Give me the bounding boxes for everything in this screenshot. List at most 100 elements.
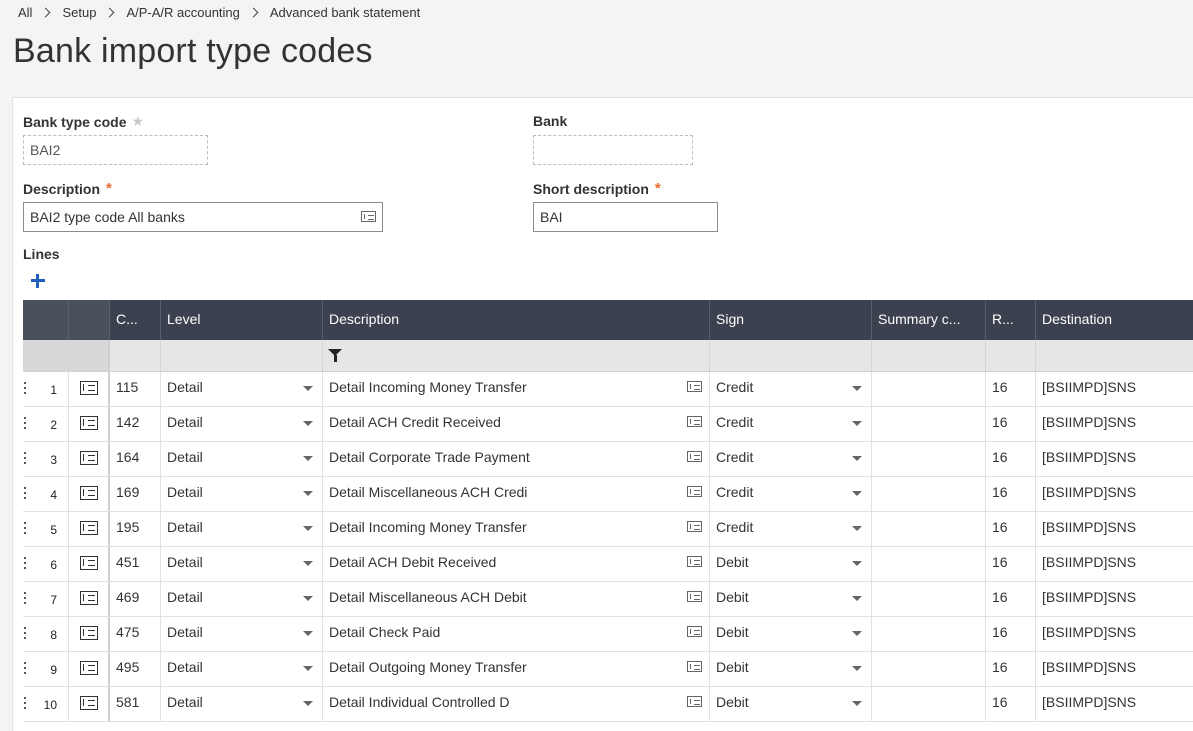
cell-destination[interactable]: [BSIIMPD]SNS xyxy=(1036,547,1193,581)
drag-handle-icon[interactable] xyxy=(24,592,26,606)
table-row[interactable]: 8 475 Detail Detail Check Paid Debit 16 … xyxy=(23,617,1193,652)
row-detail-button[interactable] xyxy=(69,687,110,721)
caret-down-icon[interactable] xyxy=(852,491,862,496)
row-detail-button[interactable] xyxy=(69,512,110,546)
zoom-selection-icon[interactable] xyxy=(361,211,376,222)
table-row[interactable]: 6 451 Detail Detail ACH Debit Received D… xyxy=(23,547,1193,582)
caret-down-icon[interactable] xyxy=(852,631,862,636)
cell-summary-code[interactable] xyxy=(872,687,986,721)
cell-destination[interactable]: [BSIIMPD]SNS xyxy=(1036,372,1193,406)
filter-cell-code[interactable] xyxy=(110,340,161,371)
cell-r[interactable]: 16 xyxy=(986,407,1036,441)
cell-level[interactable]: Detail xyxy=(161,442,323,476)
cell-description[interactable]: Detail ACH Debit Received xyxy=(323,547,710,581)
detail-panel-icon[interactable] xyxy=(79,696,98,710)
short-description-field[interactable]: BAI xyxy=(533,202,718,232)
caret-down-icon[interactable] xyxy=(303,561,313,566)
caret-down-icon[interactable] xyxy=(303,596,313,601)
caret-down-icon[interactable] xyxy=(852,386,862,391)
header-destination[interactable]: Destination xyxy=(1036,300,1193,340)
caret-down-icon[interactable] xyxy=(852,666,862,671)
cell-description[interactable]: Detail Miscellaneous ACH Credi xyxy=(323,477,710,511)
cell-level[interactable]: Detail xyxy=(161,407,323,441)
filter-cell-sign[interactable] xyxy=(710,340,872,371)
drag-handle-icon[interactable] xyxy=(24,452,26,466)
cell-level[interactable]: Detail xyxy=(161,547,323,581)
table-row[interactable]: 4 169 Detail Detail Miscellaneous ACH Cr… xyxy=(23,477,1193,512)
breadcrumb-item-advanced-bank-statement[interactable]: Advanced bank statement xyxy=(270,5,420,20)
bank-field[interactable] xyxy=(533,135,693,165)
caret-down-icon[interactable] xyxy=(303,701,313,706)
breadcrumb-item-all[interactable]: All xyxy=(18,5,32,20)
row-number-cell[interactable]: 9 xyxy=(23,652,69,686)
row-number-cell[interactable]: 7 xyxy=(23,582,69,616)
cell-code[interactable]: 164 xyxy=(110,442,161,476)
detail-panel-icon[interactable] xyxy=(79,416,98,430)
header-r[interactable]: R... xyxy=(986,300,1036,340)
cell-destination[interactable]: [BSIIMPD]SNS xyxy=(1036,512,1193,546)
detail-panel-icon[interactable] xyxy=(79,486,98,500)
cell-sign[interactable]: Debit xyxy=(710,617,872,651)
zoom-selection-icon[interactable] xyxy=(687,381,702,392)
row-detail-button[interactable] xyxy=(69,407,110,441)
cell-destination[interactable]: [BSIIMPD]SNS xyxy=(1036,442,1193,476)
cell-level[interactable]: Detail xyxy=(161,617,323,651)
cell-sign[interactable]: Debit xyxy=(710,547,872,581)
cell-code[interactable]: 169 xyxy=(110,477,161,511)
bank-type-code-field[interactable]: BAI2 xyxy=(23,135,208,165)
zoom-selection-icon[interactable] xyxy=(687,556,702,567)
header-code[interactable]: C... xyxy=(110,300,161,340)
caret-down-icon[interactable] xyxy=(852,561,862,566)
cell-level[interactable]: Detail xyxy=(161,687,323,721)
header-description[interactable]: Description xyxy=(323,300,710,340)
detail-panel-icon[interactable] xyxy=(79,556,98,570)
cell-code[interactable]: 451 xyxy=(110,547,161,581)
cell-r[interactable]: 16 xyxy=(986,477,1036,511)
cell-destination[interactable]: [BSIIMPD]SNS xyxy=(1036,687,1193,721)
row-number-cell[interactable]: 5 xyxy=(23,512,69,546)
cell-r[interactable]: 16 xyxy=(986,547,1036,581)
cell-summary-code[interactable] xyxy=(872,477,986,511)
cell-sign[interactable]: Credit xyxy=(710,512,872,546)
row-detail-button[interactable] xyxy=(69,617,110,651)
cell-level[interactable]: Detail xyxy=(161,372,323,406)
cell-summary-code[interactable] xyxy=(872,407,986,441)
cell-summary-code[interactable] xyxy=(872,372,986,406)
cell-r[interactable]: 16 xyxy=(986,652,1036,686)
cell-r[interactable]: 16 xyxy=(986,442,1036,476)
cell-description[interactable]: Detail Individual Controlled D xyxy=(323,687,710,721)
cell-description[interactable]: Detail Incoming Money Transfer xyxy=(323,512,710,546)
cell-r[interactable]: 16 xyxy=(986,687,1036,721)
drag-handle-icon[interactable] xyxy=(24,522,26,536)
cell-r[interactable]: 16 xyxy=(986,582,1036,616)
cell-sign[interactable]: Credit xyxy=(710,372,872,406)
cell-code[interactable]: 581 xyxy=(110,687,161,721)
table-row[interactable]: 7 469 Detail Detail Miscellaneous ACH De… xyxy=(23,582,1193,617)
detail-panel-icon[interactable] xyxy=(79,626,98,640)
cell-destination[interactable]: [BSIIMPD]SNS xyxy=(1036,617,1193,651)
cell-code[interactable]: 475 xyxy=(110,617,161,651)
caret-down-icon[interactable] xyxy=(303,456,313,461)
detail-panel-icon[interactable] xyxy=(79,381,98,395)
cell-level[interactable]: Detail xyxy=(161,477,323,511)
cell-sign[interactable]: Debit xyxy=(710,687,872,721)
detail-panel-icon[interactable] xyxy=(79,521,98,535)
caret-down-icon[interactable] xyxy=(303,491,313,496)
cell-description[interactable]: Detail Check Paid xyxy=(323,617,710,651)
plus-icon[interactable] xyxy=(30,273,46,289)
cell-code[interactable]: 142 xyxy=(110,407,161,441)
row-number-cell[interactable]: 2 xyxy=(23,407,69,441)
table-row[interactable]: 9 495 Detail Detail Outgoing Money Trans… xyxy=(23,652,1193,687)
filter-cell-r[interactable] xyxy=(986,340,1036,371)
detail-panel-icon[interactable] xyxy=(79,661,98,675)
header-sign[interactable]: Sign xyxy=(710,300,872,340)
caret-down-icon[interactable] xyxy=(303,666,313,671)
drag-handle-icon[interactable] xyxy=(24,697,26,711)
cell-sign[interactable]: Debit xyxy=(710,652,872,686)
drag-handle-icon[interactable] xyxy=(24,417,26,431)
cell-summary-code[interactable] xyxy=(872,652,986,686)
cell-description[interactable]: Detail ACH Credit Received xyxy=(323,407,710,441)
table-row[interactable]: 10 581 Detail Detail Individual Controll… xyxy=(23,687,1193,722)
cell-description[interactable]: Detail Corporate Trade Payment xyxy=(323,442,710,476)
cell-code[interactable]: 469 xyxy=(110,582,161,616)
